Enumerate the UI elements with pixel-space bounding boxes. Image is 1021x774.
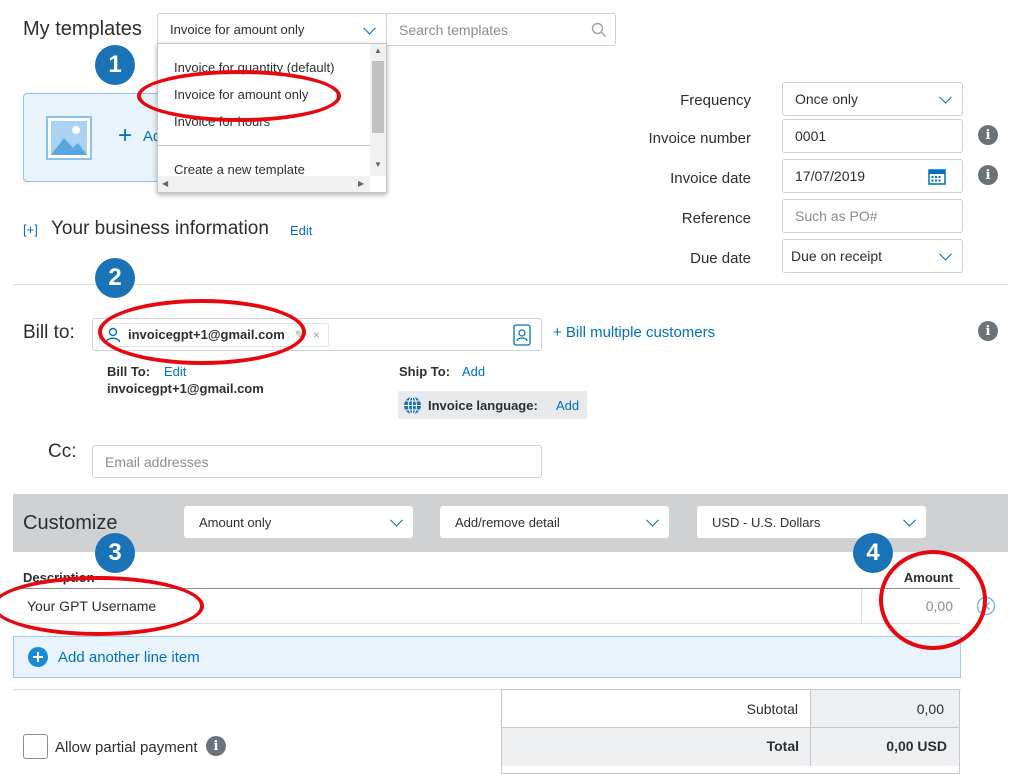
business-edit-link[interactable]: Edit	[290, 223, 312, 238]
info-icon[interactable]: i	[978, 125, 998, 145]
invoice-date-value: 17/07/2019	[795, 168, 866, 184]
invoice-number-input[interactable]: 0001	[782, 119, 963, 153]
frequency-select[interactable]: Once only	[782, 82, 963, 116]
globe-icon	[404, 396, 421, 415]
logo-upload-box[interactable]: + Ad	[23, 93, 163, 182]
invoice-number-label: Invoice number	[648, 130, 751, 147]
highlight-oval	[879, 550, 987, 650]
dropdown-divider	[158, 145, 370, 146]
chevron-down-icon	[646, 513, 659, 527]
subtotal-value-cell: 0,00	[810, 690, 959, 727]
invoice-date-input[interactable]: 17/07/2019	[782, 159, 963, 193]
step-badge: 2	[95, 258, 135, 298]
invoice-language-label: Invoice language:	[428, 398, 538, 413]
reference-label: Reference	[681, 210, 751, 227]
bill-to-label: Bill to:	[23, 322, 75, 343]
bill-multiple-link[interactable]: + Bill multiple customers	[553, 324, 715, 341]
reference-placeholder: Such as PO#	[795, 208, 878, 224]
ship-to-add-link[interactable]: Add	[462, 364, 485, 379]
invoice-language-box: Invoice language: Add	[398, 391, 587, 419]
frequency-label: Frequency	[680, 92, 751, 109]
step-badge: 1	[95, 45, 135, 85]
calendar-icon[interactable]	[928, 168, 946, 185]
totals-table: Subtotal 0,00 Total 0,00 USD	[501, 689, 960, 774]
total-value-cell: 0,00 USD	[810, 728, 959, 766]
detail-value: Add/remove detail	[455, 514, 560, 530]
add-line-item-bar[interactable]: Add another line item	[13, 636, 961, 678]
bill-to-email: invoicegpt+1@gmail.com	[107, 381, 264, 396]
business-toggle[interactable]: [+]	[23, 222, 38, 237]
subtotal-row: Subtotal 0,00	[502, 690, 959, 728]
info-icon[interactable]: i	[978, 321, 998, 341]
template-select-value: Invoice for amount only	[170, 22, 305, 37]
total-value: 0,00 USD	[886, 738, 947, 754]
invoice-date-label: Invoice date	[670, 170, 751, 187]
chevron-down-icon	[903, 513, 916, 527]
item-mode-select[interactable]: Amount only	[184, 506, 413, 538]
add-circle-icon	[28, 647, 48, 667]
image-icon	[46, 116, 92, 160]
ship-to-label: Ship To:	[399, 364, 451, 379]
total-row: Total 0,00 USD	[502, 728, 959, 766]
subtotal-label: Subtotal	[746, 701, 798, 717]
chevron-down-icon	[939, 247, 952, 261]
detail-select[interactable]: Add/remove detail	[440, 506, 669, 538]
bill-to-edit-link[interactable]: Edit	[164, 364, 186, 379]
section-divider	[13, 284, 1008, 285]
step-badge: 4	[853, 533, 893, 573]
search-icon[interactable]	[591, 22, 607, 38]
bill-to-sub-label: Bill To:	[107, 364, 151, 379]
plus-icon: +	[118, 122, 133, 149]
due-date-label: Due date	[690, 250, 751, 267]
scrollbar-thumb[interactable]	[372, 61, 384, 133]
currency-value: USD - U.S. Dollars	[712, 514, 821, 530]
scroll-up-icon[interactable]: ▲	[374, 46, 382, 55]
template-search-placeholder: Search templates	[399, 21, 508, 38]
dropdown-scrollbar[interactable]: ▲ ▼	[370, 44, 386, 176]
highlight-oval	[137, 70, 341, 122]
due-date-select[interactable]: Due on receipt	[782, 239, 963, 273]
scroll-right-icon[interactable]: ▶	[358, 179, 364, 188]
amount-cell-divider	[861, 589, 862, 623]
item-mode-value: Amount only	[199, 514, 272, 530]
cc-input[interactable]: Email addresses	[92, 445, 542, 478]
highlight-oval	[0, 576, 204, 636]
invoice-language-add-link[interactable]: Add	[556, 398, 579, 413]
partial-payment-checkbox[interactable]	[23, 734, 48, 759]
frequency-value: Once only	[795, 91, 859, 107]
total-label: Total	[766, 738, 799, 754]
customize-title: Customize	[23, 512, 118, 534]
create-template-option[interactable]: Create a new template	[158, 162, 305, 177]
add-line-item-label: Add another line item	[58, 649, 200, 666]
currency-select[interactable]: USD - U.S. Dollars	[697, 506, 926, 538]
page-title: My templates	[23, 18, 142, 40]
dropdown-hscrollbar[interactable]: ◀ ▶	[158, 176, 370, 192]
step-badge: 3	[95, 533, 135, 573]
highlight-oval	[98, 299, 306, 365]
contact-book-icon[interactable]	[513, 324, 531, 346]
info-icon[interactable]: i	[206, 736, 226, 756]
partial-payment-label: Allow partial payment	[55, 739, 198, 756]
template-search-input[interactable]: Search templates	[386, 13, 616, 46]
cc-placeholder: Email addresses	[105, 453, 209, 470]
chevron-down-icon	[939, 90, 952, 104]
due-date-value: Due on receipt	[791, 248, 883, 264]
business-info-title: Your business information	[51, 218, 269, 239]
scroll-down-icon[interactable]: ▼	[374, 160, 382, 169]
scroll-left-icon[interactable]: ◀	[162, 179, 168, 188]
remove-recipient-icon[interactable]: ×	[313, 328, 320, 342]
subtotal-value: 0,00	[916, 701, 944, 717]
chevron-down-icon	[390, 513, 403, 527]
template-select[interactable]: Invoice for amount only	[157, 13, 387, 46]
info-icon[interactable]: i	[978, 165, 998, 185]
chevron-down-icon	[363, 21, 376, 35]
invoice-number-value: 0001	[795, 128, 827, 144]
cc-label: Cc:	[48, 441, 77, 462]
reference-input[interactable]: Such as PO#	[782, 199, 963, 233]
